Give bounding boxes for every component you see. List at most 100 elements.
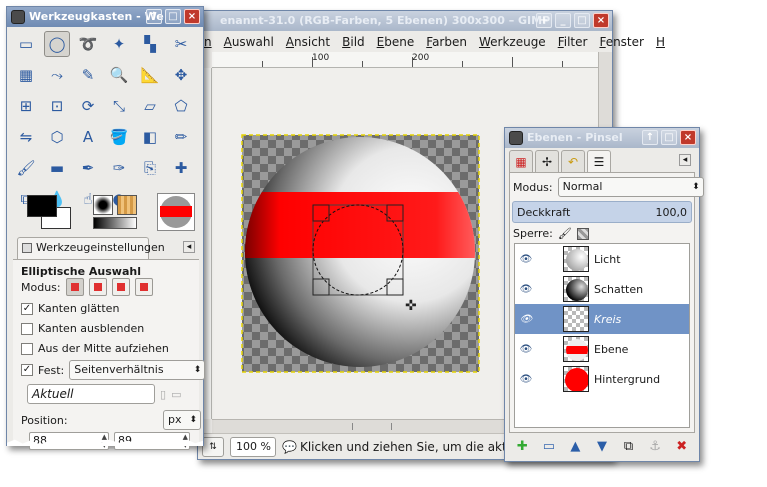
bucket-fill-icon[interactable]: 🪣 bbox=[106, 124, 132, 150]
horizontal-ruler[interactable]: 100 200 bbox=[212, 52, 598, 68]
scissors-icon[interactable]: ✂ bbox=[168, 31, 194, 57]
clone-icon[interactable]: ⎘ bbox=[137, 155, 163, 181]
layer-row-kreis[interactable]: 👁 Kreis bbox=[515, 304, 689, 334]
image-window-titlebar[interactable]: enannt-31.0 (RGB-Farben, 5 Ebenen) 300x3… bbox=[198, 11, 612, 31]
rotate-icon[interactable]: ⟳ bbox=[75, 93, 101, 119]
menu-filter[interactable]: Filter bbox=[552, 32, 594, 52]
move-icon[interactable]: ✥ bbox=[168, 62, 194, 88]
toolbox-titlebar[interactable]: Werkzeugkasten - We ↑ □ × bbox=[7, 7, 203, 27]
menu-werkzeuge[interactable]: Werkzeuge bbox=[473, 32, 552, 52]
zoom-field[interactable]: 100 % bbox=[230, 436, 276, 457]
position-y-field[interactable]: 89 ▲▼ bbox=[114, 432, 190, 450]
foreground-select-icon[interactable]: ▦ bbox=[13, 62, 39, 88]
close-icon[interactable]: × bbox=[184, 9, 200, 24]
layer-row-hintergrund[interactable]: 👁 Hintergrund bbox=[515, 364, 689, 394]
lower-layer-icon[interactable]: ▼ bbox=[592, 439, 612, 454]
portrait-icon[interactable]: ▯ bbox=[160, 388, 166, 401]
pattern-preview[interactable] bbox=[117, 195, 137, 215]
maximize-icon[interactable]: □ bbox=[574, 13, 590, 28]
minimize-icon[interactable]: _ bbox=[555, 13, 571, 28]
menu-farben[interactable]: Farben bbox=[420, 32, 473, 52]
scale-icon[interactable]: ⤡ bbox=[106, 93, 132, 119]
select-by-color-icon[interactable]: ▚ bbox=[137, 31, 163, 57]
scroll-thumb[interactable] bbox=[352, 423, 392, 430]
ellipse-select-icon[interactable]: ◯ bbox=[44, 31, 70, 57]
heal-icon[interactable]: ✚ bbox=[168, 155, 194, 181]
mode-intersect-button[interactable] bbox=[134, 278, 153, 296]
rect-select-icon[interactable]: ▭ bbox=[13, 31, 39, 57]
layer-row-ebene[interactable]: 👁 Ebene bbox=[515, 334, 689, 364]
perspective-icon[interactable]: ⬠ bbox=[168, 93, 194, 119]
active-image-thumbnail[interactable] bbox=[157, 193, 195, 231]
layer-mode-combo[interactable]: Normal ⬍ bbox=[557, 177, 704, 197]
tab-channels[interactable]: ▦ bbox=[509, 150, 533, 172]
close-icon[interactable]: × bbox=[680, 130, 696, 145]
visibility-eye-icon[interactable]: 👁 bbox=[515, 374, 537, 385]
aspect-entry[interactable]: Aktuell bbox=[27, 384, 155, 404]
menu-ebene[interactable]: Ebene bbox=[371, 32, 421, 52]
blend-icon[interactable]: ◧ bbox=[137, 124, 163, 150]
visibility-eye-icon[interactable]: 👁 bbox=[515, 284, 537, 295]
mode-add-button[interactable] bbox=[88, 278, 107, 296]
gradient-preview[interactable] bbox=[93, 217, 137, 229]
flip-icon[interactable]: ⇋ bbox=[13, 124, 39, 150]
tab-layers[interactable]: ☰ bbox=[587, 150, 611, 172]
menu-ansicht[interactable]: Ansicht bbox=[280, 32, 336, 52]
raise-layer-icon[interactable]: ▲ bbox=[565, 439, 585, 454]
lock-pixels-icon[interactable]: 🖌 bbox=[558, 227, 572, 240]
paintbrush-icon[interactable]: 🖌 bbox=[13, 155, 39, 181]
position-unit-combo[interactable]: px ⬍ bbox=[163, 410, 201, 430]
unit-selector[interactable]: ⇅ bbox=[202, 436, 224, 457]
duplicate-layer-icon[interactable]: ⧉ bbox=[619, 439, 639, 454]
visibility-eye-icon[interactable]: 👁 bbox=[515, 344, 537, 355]
fixed-checkbox[interactable]: ✓ bbox=[21, 364, 33, 376]
close-icon[interactable]: × bbox=[593, 13, 609, 28]
fixed-combo[interactable]: Seitenverhältnis ⬍ bbox=[69, 360, 206, 380]
tab-tool-options[interactable]: Werkzeugeinstellungen bbox=[17, 237, 165, 259]
ink-icon[interactable]: ✑ bbox=[106, 155, 132, 181]
airbrush-icon[interactable]: ✒ bbox=[75, 155, 101, 181]
cage-icon[interactable]: ⬡ bbox=[44, 124, 70, 150]
maximize-up-icon[interactable]: + bbox=[536, 13, 552, 28]
zoom-icon[interactable]: 🔍 bbox=[106, 62, 132, 88]
text-icon[interactable]: A bbox=[75, 124, 101, 150]
tab-menu-arrow-icon[interactable]: ◂ bbox=[183, 241, 195, 253]
shear-icon[interactable]: ▱ bbox=[137, 93, 163, 119]
crop-icon[interactable]: ⊡ bbox=[44, 93, 70, 119]
mode-replace-button[interactable] bbox=[65, 278, 84, 296]
layer-row-licht[interactable]: 👁 Licht bbox=[515, 244, 689, 274]
tab-paths[interactable]: ✢ bbox=[535, 150, 559, 172]
tab-menu-arrow-icon[interactable]: ◂ bbox=[679, 154, 691, 166]
from-center-checkbox[interactable] bbox=[21, 342, 33, 355]
eraser-icon[interactable]: ▬ bbox=[44, 155, 70, 181]
visibility-eye-icon[interactable]: 👁 bbox=[515, 254, 537, 265]
feather-checkbox[interactable] bbox=[21, 322, 33, 335]
tab-undo[interactable]: ↶ bbox=[561, 150, 585, 172]
mode-subtract-button[interactable] bbox=[111, 278, 130, 296]
visibility-eye-icon[interactable]: 👁 bbox=[515, 314, 537, 325]
pencil-icon[interactable]: ✏ bbox=[168, 124, 194, 150]
align-icon[interactable]: ⊞ bbox=[13, 93, 39, 119]
paths-icon[interactable]: ⤳ bbox=[44, 62, 70, 88]
menu-auswahl[interactable]: Auswahl bbox=[218, 32, 280, 52]
delete-layer-icon[interactable]: ✖ bbox=[672, 439, 692, 454]
maximize-up-icon[interactable]: ↑ bbox=[642, 130, 658, 145]
new-layer-icon[interactable]: ✚ bbox=[512, 439, 532, 454]
antialias-checkbox[interactable]: ✓ bbox=[21, 302, 33, 315]
opacity-slider[interactable]: Deckkraft 100,0 bbox=[512, 201, 692, 223]
layers-titlebar[interactable]: Ebenen - Pinsel ↑ □ × bbox=[505, 128, 699, 148]
menu-fenster[interactable]: Fenster bbox=[593, 32, 650, 52]
new-layer-group-icon[interactable]: ▭ bbox=[539, 439, 559, 454]
maximize-up-icon[interactable]: ↑ bbox=[146, 9, 162, 24]
free-select-icon[interactable]: ➰ bbox=[75, 31, 101, 57]
anchor-layer-icon[interactable]: ⚓ bbox=[645, 439, 665, 454]
menu-hilfe-partial[interactable]: H bbox=[650, 32, 671, 52]
menu-bild[interactable]: Bild bbox=[336, 32, 371, 52]
foreground-color-swatch[interactable] bbox=[27, 195, 57, 217]
maximize-icon[interactable]: □ bbox=[661, 130, 677, 145]
landscape-icon[interactable]: ▭ bbox=[171, 388, 181, 401]
layer-row-schatten[interactable]: 👁 Schatten bbox=[515, 274, 689, 304]
color-picker-icon[interactable]: ✎ bbox=[75, 62, 101, 88]
fuzzy-select-icon[interactable]: ✦ bbox=[106, 31, 132, 57]
brush-preview[interactable] bbox=[93, 195, 113, 215]
